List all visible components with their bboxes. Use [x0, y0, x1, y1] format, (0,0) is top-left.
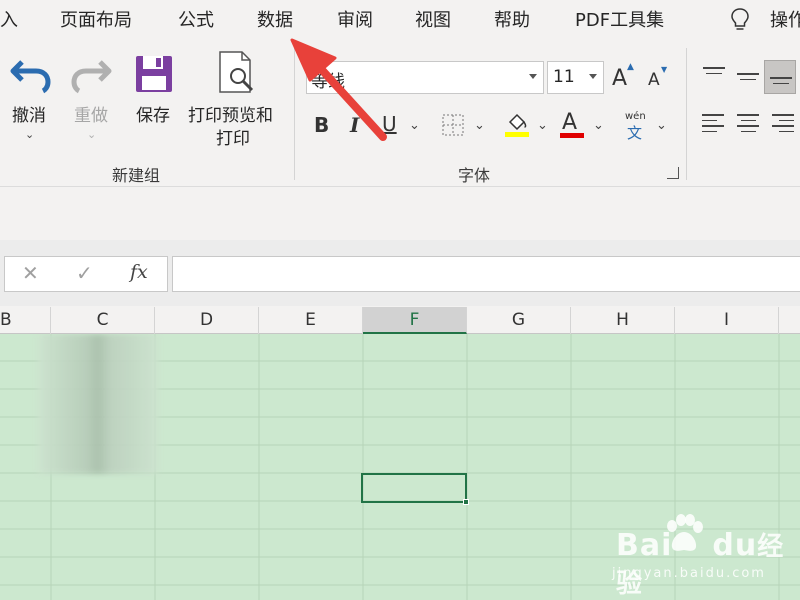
- fill-color-dropdown[interactable]: ⌄: [537, 118, 548, 133]
- column-header-i[interactable]: I: [675, 307, 779, 334]
- watermark-brand2: du: [712, 528, 758, 563]
- print-preview-icon[interactable]: [216, 50, 260, 96]
- phonetic-pinyin: wén: [625, 111, 646, 122]
- column-header-f[interactable]: F: [363, 307, 467, 334]
- tab-page-layout[interactable]: 页面布局: [60, 6, 132, 32]
- tab-help[interactable]: 帮助: [494, 6, 530, 32]
- grow-font-button[interactable]: A: [612, 66, 627, 91]
- column-header-d[interactable]: D: [155, 307, 259, 334]
- font-color-dropdown[interactable]: ⌄: [593, 118, 604, 133]
- font-color-button[interactable]: A: [562, 110, 577, 135]
- column-header-e[interactable]: E: [259, 307, 363, 334]
- chevron-down-icon: [529, 74, 537, 79]
- tab-data[interactable]: 数据: [257, 6, 293, 32]
- ribbon-bottom-band: [0, 186, 800, 240]
- undo-icon[interactable]: [10, 54, 52, 94]
- align-bottom-button[interactable]: [764, 60, 796, 94]
- align-top-icon[interactable]: [703, 67, 725, 78]
- insert-function-button[interactable]: fx: [130, 261, 148, 283]
- selected-cell[interactable]: [361, 473, 469, 505]
- underline-dropdown[interactable]: ⌄: [409, 118, 420, 133]
- column-header-c[interactable]: C: [51, 307, 155, 334]
- phonetic-button[interactable]: 文: [627, 122, 642, 143]
- font-dialog-launcher[interactable]: [667, 167, 679, 179]
- phonetic-dropdown[interactable]: ⌄: [656, 118, 667, 133]
- redo-button[interactable]: 重做: [74, 101, 108, 126]
- column-headers: B C D E F G H I: [0, 307, 800, 334]
- fill-handle[interactable]: [463, 499, 469, 505]
- tab-view[interactable]: 视图: [415, 6, 451, 32]
- align-left-icon[interactable]: [702, 114, 724, 136]
- align-middle-icon[interactable]: [737, 73, 759, 84]
- bold-button[interactable]: B: [314, 113, 329, 137]
- group-separator: [686, 48, 687, 180]
- font-size-combobox[interactable]: 11: [547, 61, 604, 94]
- redo-icon: [71, 60, 112, 94]
- column-header-h[interactable]: H: [571, 307, 675, 334]
- group-label-new: 新建组: [112, 166, 161, 185]
- font-size-value: 11: [553, 67, 575, 87]
- shrink-font-button[interactable]: A: [648, 70, 660, 90]
- chevron-down-icon: [589, 74, 597, 79]
- borders-icon[interactable]: [442, 114, 464, 136]
- baidu-watermark: Bai du经验: [616, 526, 800, 600]
- caret-up-icon: ▲: [627, 62, 634, 72]
- print-preview-button[interactable]: 打印预览和: [188, 101, 273, 126]
- print-preview-button-line2[interactable]: 打印: [216, 124, 250, 149]
- tab-pdf-tools[interactable]: PDF工具集: [575, 6, 664, 32]
- save-icon[interactable]: [134, 54, 174, 94]
- tab-review[interactable]: 审阅: [337, 6, 373, 32]
- align-right-icon[interactable]: [772, 114, 794, 136]
- lightbulb-icon[interactable]: [730, 7, 750, 33]
- formula-input[interactable]: [172, 256, 800, 292]
- fill-color-icon[interactable]: [504, 110, 530, 138]
- font-name-combobox[interactable]: 等线: [306, 61, 544, 94]
- tab-insert[interactable]: 入: [0, 6, 18, 32]
- watermark-brand: Bai: [616, 528, 673, 563]
- watermark-url: jingyan.baidu.com: [612, 566, 766, 581]
- borders-dropdown[interactable]: ⌄: [474, 118, 485, 133]
- redo-dropdown[interactable]: ⌄: [87, 128, 96, 141]
- align-center-icon[interactable]: [737, 114, 759, 136]
- undo-dropdown[interactable]: ⌄: [25, 128, 34, 141]
- font-color-swatch: [560, 133, 584, 138]
- undo-button[interactable]: 撤消: [12, 101, 46, 126]
- save-button[interactable]: 保存: [136, 101, 170, 126]
- ribbon-tabs: 入 页面布局 公式 数据 审阅 视图 帮助 PDF工具集 操作: [0, 0, 800, 40]
- group-label-font: 字体: [458, 166, 491, 185]
- italic-button[interactable]: I: [350, 113, 359, 137]
- caret-down-icon: ▼: [661, 65, 668, 74]
- group-separator: [294, 48, 295, 180]
- column-header-g[interactable]: G: [467, 307, 571, 334]
- align-bottom-icon: [770, 77, 792, 88]
- cancel-formula-button[interactable]: ✕: [22, 261, 39, 285]
- blurred-content: [38, 334, 158, 474]
- tab-tell-me[interactable]: 操作: [770, 6, 800, 32]
- tab-formulas[interactable]: 公式: [178, 6, 214, 32]
- font-name-value: 等线: [311, 72, 345, 92]
- underline-button[interactable]: U: [382, 112, 397, 136]
- enter-formula-button[interactable]: ✓: [76, 261, 93, 285]
- column-header-b[interactable]: B: [0, 307, 51, 334]
